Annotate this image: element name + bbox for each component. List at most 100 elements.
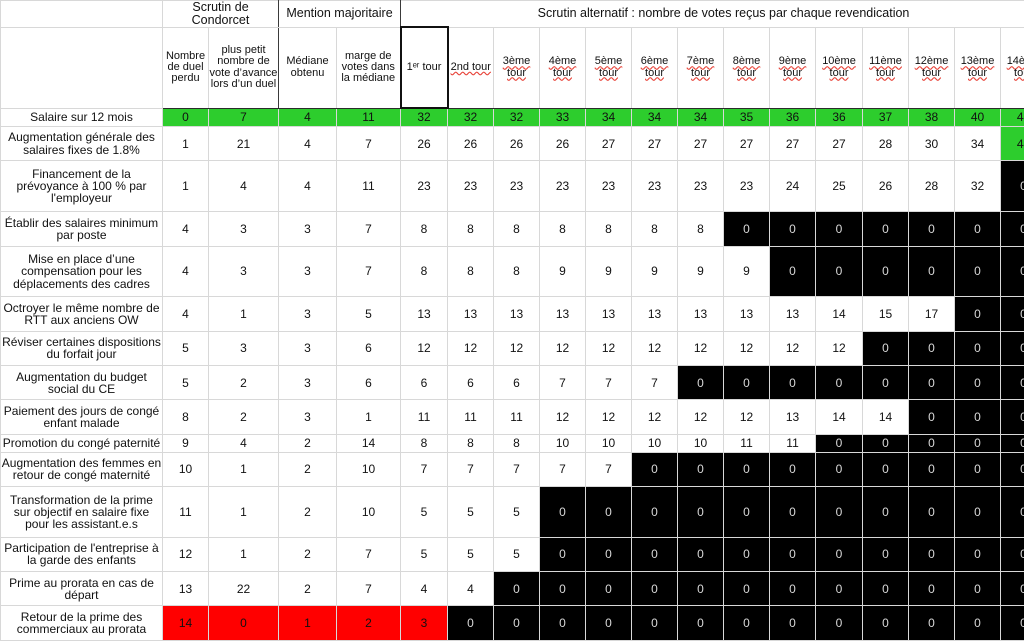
- data-cell[interactable]: 13: [539, 296, 587, 332]
- data-cell[interactable]: 12: [815, 330, 864, 367]
- col-header-tour-4[interactable]: 4ème tour: [539, 26, 587, 109]
- data-cell[interactable]: 0: [677, 571, 725, 607]
- row-label[interactable]: Octroyer le même nombre de RTT aux ancie…: [0, 296, 163, 332]
- data-cell[interactable]: 23: [400, 160, 449, 213]
- data-cell[interactable]: 7: [585, 451, 633, 487]
- data-cell[interactable]: 32: [954, 160, 1002, 213]
- data-cell[interactable]: 0: [908, 211, 956, 247]
- row-label[interactable]: Salaire sur 12 mois: [0, 107, 163, 128]
- data-cell[interactable]: 8: [493, 211, 541, 247]
- data-cell[interactable]: 0: [631, 485, 679, 538]
- data-cell[interactable]: 3: [208, 245, 279, 298]
- data-cell[interactable]: 0: [815, 245, 864, 298]
- data-cell[interactable]: 26: [493, 126, 541, 162]
- data-cell[interactable]: 0: [723, 365, 771, 401]
- data-cell[interactable]: 8: [447, 433, 495, 453]
- data-cell[interactable]: 7: [447, 451, 495, 487]
- col-header-marge-de-votes-dans-la-mediane[interactable]: marge de votes dans la médiane: [335, 26, 402, 109]
- data-cell[interactable]: 14: [335, 433, 402, 453]
- data-cell[interactable]: 3: [278, 245, 337, 298]
- data-cell[interactable]: 12: [539, 399, 587, 435]
- data-cell[interactable]: 0: [585, 571, 633, 607]
- row-label[interactable]: Établir des salaires minimum par poste: [0, 211, 163, 247]
- data-cell[interactable]: 8: [447, 211, 495, 247]
- data-cell[interactable]: 0: [539, 571, 587, 607]
- data-cell[interactable]: 7: [335, 126, 402, 162]
- data-cell[interactable]: 27: [677, 126, 725, 162]
- data-cell[interactable]: 10: [677, 433, 725, 453]
- data-cell[interactable]: 9: [677, 245, 725, 298]
- data-cell[interactable]: 0: [908, 571, 956, 607]
- data-cell[interactable]: 4: [400, 571, 449, 607]
- data-cell[interactable]: 1: [162, 160, 209, 213]
- col-header-nombre-de-duel-perdu[interactable]: Nombre de duel perdu: [162, 26, 209, 109]
- data-cell[interactable]: 11: [335, 160, 402, 213]
- data-cell[interactable]: 0: [954, 330, 1002, 367]
- row-label[interactable]: Mise en place d’une compensation pour le…: [0, 245, 163, 298]
- data-cell[interactable]: 1: [335, 399, 402, 435]
- data-cell[interactable]: 0: [208, 605, 279, 641]
- data-cell[interactable]: 0: [954, 571, 1002, 607]
- data-cell[interactable]: 44: [1000, 126, 1024, 162]
- data-cell[interactable]: 7: [335, 245, 402, 298]
- data-cell[interactable]: 37: [862, 107, 910, 128]
- data-cell[interactable]: 3: [278, 296, 337, 332]
- data-cell[interactable]: 22: [208, 571, 279, 607]
- data-cell[interactable]: 27: [585, 126, 633, 162]
- data-cell[interactable]: 27: [815, 126, 864, 162]
- data-cell[interactable]: 0: [539, 536, 587, 573]
- data-cell[interactable]: 23: [723, 160, 771, 213]
- data-cell[interactable]: 0: [862, 485, 910, 538]
- row-label[interactable]: Promotion du congé paternité: [0, 433, 163, 453]
- data-cell[interactable]: 33: [539, 107, 587, 128]
- data-cell[interactable]: 34: [954, 126, 1002, 162]
- col-header-tour-2[interactable]: 2nd tour: [447, 26, 495, 109]
- data-cell[interactable]: 6: [447, 365, 495, 401]
- data-cell[interactable]: 0: [908, 433, 956, 453]
- data-cell[interactable]: 12: [631, 399, 679, 435]
- data-cell[interactable]: 0: [769, 211, 817, 247]
- data-cell[interactable]: 7: [400, 451, 449, 487]
- data-cell[interactable]: 4: [162, 245, 209, 298]
- data-cell[interactable]: 0: [815, 433, 864, 453]
- data-cell[interactable]: 7: [493, 451, 541, 487]
- data-cell[interactable]: 4: [162, 296, 209, 332]
- data-cell[interactable]: 12: [162, 536, 209, 573]
- data-cell[interactable]: 4: [208, 160, 279, 213]
- data-cell[interactable]: 0: [585, 485, 633, 538]
- data-cell[interactable]: 6: [335, 365, 402, 401]
- data-cell[interactable]: 0: [769, 536, 817, 573]
- data-cell[interactable]: 0: [815, 485, 864, 538]
- col-header-tour-1[interactable]: 1ᵉʳ tour: [399, 26, 449, 109]
- data-cell[interactable]: 38: [908, 107, 956, 128]
- data-cell[interactable]: 0: [908, 605, 956, 641]
- data-cell[interactable]: 12: [585, 399, 633, 435]
- data-cell[interactable]: 28: [862, 126, 910, 162]
- data-cell[interactable]: 12: [677, 330, 725, 367]
- data-cell[interactable]: 0: [954, 365, 1002, 401]
- data-cell[interactable]: 11: [723, 433, 771, 453]
- data-cell[interactable]: 0: [677, 536, 725, 573]
- data-cell[interactable]: 12: [769, 330, 817, 367]
- data-cell[interactable]: 0: [815, 605, 864, 641]
- data-cell[interactable]: 13: [769, 399, 817, 435]
- data-cell[interactable]: 0: [539, 485, 587, 538]
- data-cell[interactable]: 13: [162, 571, 209, 607]
- data-cell[interactable]: 2: [208, 365, 279, 401]
- data-cell[interactable]: 0: [631, 571, 679, 607]
- data-cell[interactable]: 5: [335, 296, 402, 332]
- data-cell[interactable]: 9: [539, 245, 587, 298]
- data-cell[interactable]: 5: [400, 536, 449, 573]
- col-header-tour-10[interactable]: 10ème tour: [815, 26, 864, 109]
- data-cell[interactable]: 0: [954, 605, 1002, 641]
- data-cell[interactable]: 0: [493, 605, 541, 641]
- data-cell[interactable]: 0: [862, 365, 910, 401]
- data-cell[interactable]: 34: [631, 107, 679, 128]
- data-cell[interactable]: 5: [162, 365, 209, 401]
- data-cell[interactable]: 8: [447, 245, 495, 298]
- data-cell[interactable]: 0: [908, 330, 956, 367]
- data-cell[interactable]: 0: [954, 296, 1002, 332]
- data-cell[interactable]: 4: [278, 107, 337, 128]
- data-cell[interactable]: 3: [278, 399, 337, 435]
- data-cell[interactable]: 25: [815, 160, 864, 213]
